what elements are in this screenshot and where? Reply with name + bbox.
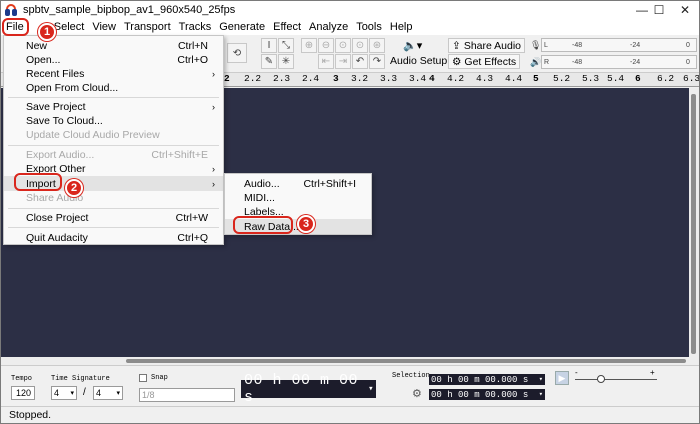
- menu-separator: [8, 208, 219, 209]
- time-signature-label: Time Signature: [51, 375, 110, 383]
- undo-icon[interactable]: ↶: [352, 54, 368, 69]
- menu-transport[interactable]: Transport: [120, 19, 175, 35]
- zoom-toggle-icon[interactable]: ⊛: [369, 38, 385, 53]
- menu-effect[interactable]: Effect: [269, 19, 305, 35]
- microphone-icon: 🎙: [530, 39, 542, 50]
- trim-icon[interactable]: ⇤: [318, 54, 334, 69]
- import-highlight-ring: [14, 173, 62, 191]
- menu-item-open[interactable]: Open... Ctrl+O: [4, 52, 223, 67]
- snap-checkbox[interactable]: [139, 374, 147, 382]
- play-at-speed-icon[interactable]: ▶: [555, 371, 569, 385]
- menu-item-close-project[interactable]: Close Project Ctrl+W: [4, 210, 223, 225]
- selection-start-time[interactable]: 00 h 00 m 00.000 s ▾: [429, 374, 545, 385]
- menu-bar: File Select View Transport Tracks Genera…: [1, 19, 699, 35]
- selection-toolbar: Tempo 120 Time Signature 4 ▾ / 4 ▾ Snap 1/…: [1, 365, 699, 406]
- step-1-badge: 1: [38, 23, 56, 41]
- chevron-down-icon: ▾: [70, 390, 74, 397]
- silence-icon[interactable]: ⇥: [335, 54, 351, 69]
- menu-item-open-from-cloud[interactable]: Open From Cloud...: [4, 80, 223, 95]
- fit-project-icon[interactable]: ⊙: [352, 38, 368, 53]
- audio-setup-label: Audio Setup: [390, 55, 448, 67]
- menu-select[interactable]: Select: [28, 19, 89, 35]
- menu-item-save-to-cloud[interactable]: Save To Cloud...: [4, 113, 223, 128]
- share-icon: ⇪: [452, 39, 461, 52]
- speaker-meter-icon: 🔊: [530, 56, 542, 67]
- chevron-down-icon: ▾: [116, 390, 120, 397]
- speed-slider-thumb[interactable]: [597, 375, 605, 383]
- selection-end-time[interactable]: 00 h 00 m 00.000 s ▾: [429, 389, 545, 400]
- file-menu: New Ctrl+N Open... Ctrl+O Recent Files › Op…: [3, 35, 224, 245]
- menu-item-recent-files[interactable]: Recent Files ›: [4, 66, 223, 81]
- menu-item-import-audio[interactable]: Audio... Ctrl+Shift+I: [225, 176, 371, 191]
- selection-label: Selection: [392, 372, 430, 380]
- close-window-button[interactable]: ✕: [670, 1, 699, 19]
- menu-item-export-audio[interactable]: Export Audio... Ctrl+Shift+E: [4, 147, 223, 162]
- zoom-out-icon[interactable]: ⊖: [318, 38, 334, 53]
- snap-select[interactable]: 1/8: [139, 388, 235, 402]
- chevron-right-icon: ›: [212, 101, 215, 112]
- step-2-badge: 2: [65, 179, 83, 197]
- speed-slider[interactable]: [575, 379, 657, 380]
- selection-settings-icon[interactable]: ⚙: [412, 387, 422, 400]
- horizontal-scrollbar[interactable]: [1, 357, 699, 365]
- step-3-badge: 3: [297, 215, 315, 233]
- audacity-logo-icon: [4, 3, 18, 17]
- vertical-scrollbar[interactable]: [689, 88, 699, 357]
- menu-separator: [8, 97, 219, 98]
- playback-meter[interactable]: 🔊 R -48 -24 0: [530, 55, 697, 69]
- time-display[interactable]: 00 h 00 m 00 s ▾: [241, 372, 376, 406]
- file-menu-highlight-ring: [2, 18, 29, 36]
- chevron-down-icon: ▾: [538, 376, 543, 384]
- zoom-in-icon[interactable]: ⊕: [301, 38, 317, 53]
- time-signature-denominator[interactable]: 4 ▾: [93, 386, 123, 400]
- tempo-label: Tempo: [11, 375, 33, 383]
- menu-item-update-cloud-preview[interactable]: Update Cloud Audio Preview: [4, 127, 223, 142]
- title-bar: spbtv_sample_bipbop_av1_960x540_25fps — …: [1, 1, 699, 19]
- raw-data-highlight-ring: [233, 216, 293, 234]
- menu-view[interactable]: View: [88, 19, 120, 35]
- tempo-input[interactable]: 120: [11, 386, 35, 400]
- fit-selection-icon[interactable]: ⊙: [335, 38, 351, 53]
- audacity-window: spbtv_sample_bipbop_av1_960x540_25fps — …: [0, 0, 700, 424]
- share-audio-button[interactable]: ⇪ Share Audio: [448, 38, 526, 53]
- speaker-icon: 🔈▾: [403, 40, 423, 52]
- menu-generate[interactable]: Generate: [215, 19, 269, 35]
- envelope-tool-icon[interactable]: ⤡: [278, 38, 294, 53]
- chevron-down-icon: ▾: [368, 384, 374, 394]
- chevron-right-icon: ›: [212, 68, 215, 79]
- menu-item-new[interactable]: New Ctrl+N: [4, 38, 223, 53]
- audio-setup-button[interactable]: 🔈▾ Audio Setup: [390, 38, 447, 70]
- menu-item-import-midi[interactable]: MIDI...: [225, 190, 371, 205]
- menu-separator: [8, 227, 219, 228]
- get-effects-button[interactable]: ⚙ Get Effects: [448, 54, 521, 69]
- menu-item-quit[interactable]: Quit Audacity Ctrl+Q: [4, 230, 223, 245]
- chevron-right-icon: ›: [212, 163, 215, 174]
- time-signature-numerator[interactable]: 4 ▾: [51, 386, 77, 400]
- loop-icon[interactable]: ⟲: [227, 43, 247, 63]
- gear-icon: ⚙: [452, 55, 462, 68]
- redo-icon[interactable]: ↷: [369, 54, 385, 69]
- menu-item-save-project[interactable]: Save Project ›: [4, 99, 223, 114]
- snap-label: Snap: [151, 374, 168, 382]
- status-bar: Stopped.: [1, 406, 699, 423]
- menu-tracks[interactable]: Tracks: [175, 19, 216, 35]
- draw-tool-icon[interactable]: ✎: [261, 54, 277, 69]
- chevron-down-icon: ▾: [538, 391, 543, 399]
- menu-help[interactable]: Help: [386, 19, 417, 35]
- window-title: spbtv_sample_bipbop_av1_960x540_25fps: [23, 4, 236, 16]
- multi-tool-icon[interactable]: ✳: [278, 54, 294, 69]
- menu-item-share-audio[interactable]: Share Audio: [4, 190, 223, 205]
- menu-tools[interactable]: Tools: [352, 19, 386, 35]
- selection-tool-icon[interactable]: I: [261, 38, 277, 53]
- menu-separator: [8, 145, 219, 146]
- recording-meter[interactable]: 🎙 L -48 -24 0: [530, 38, 697, 52]
- chevron-right-icon: ›: [212, 178, 215, 189]
- menu-analyze[interactable]: Analyze: [305, 19, 352, 35]
